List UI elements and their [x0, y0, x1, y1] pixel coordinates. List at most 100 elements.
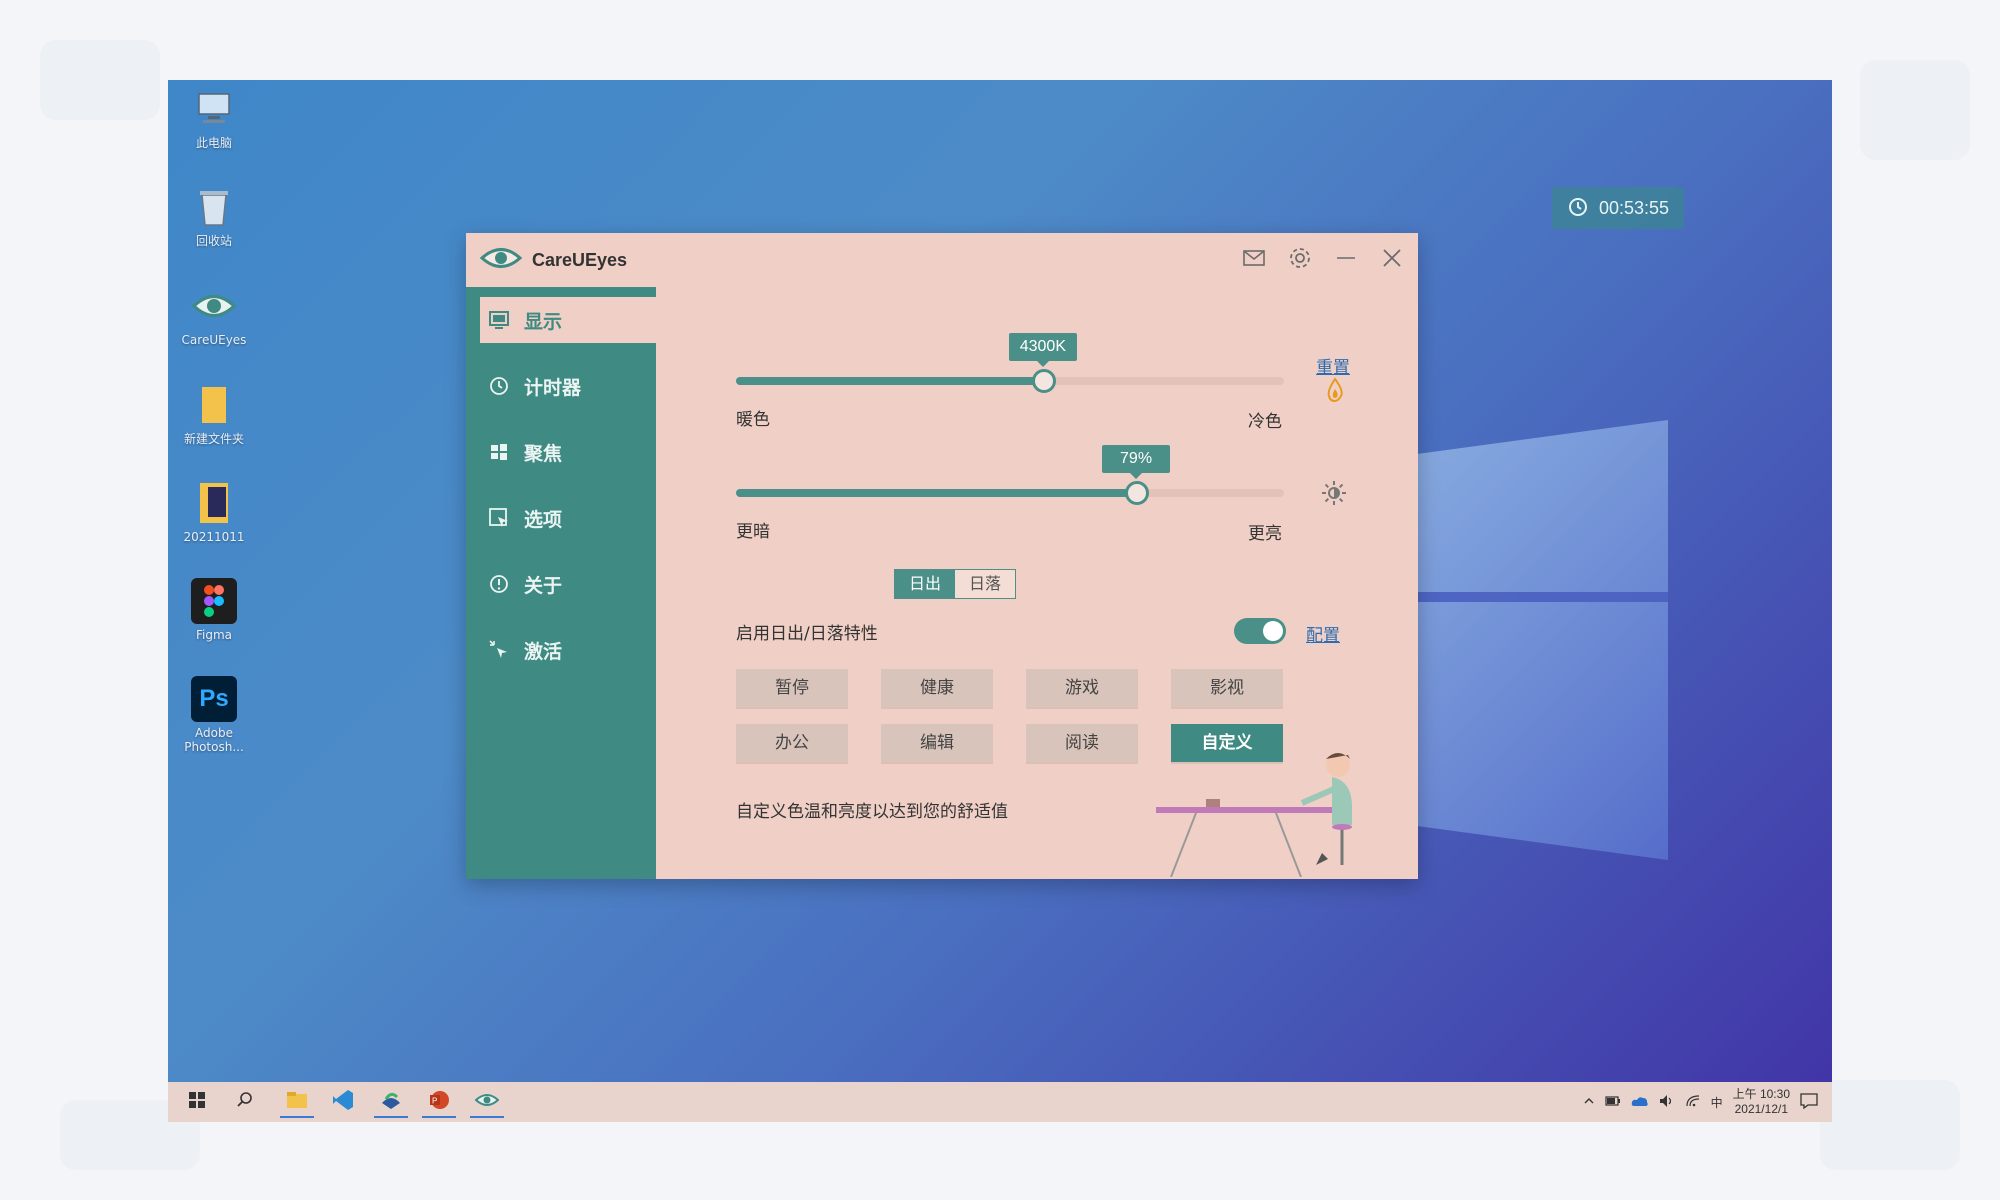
clock[interactable]: 上午 10:30 2021/12/1	[1733, 1087, 1790, 1117]
color-temperature-slider[interactable]: 4300K	[736, 333, 1284, 393]
search-icon	[236, 1091, 254, 1113]
timer-badge[interactable]: 00:53:55	[1552, 187, 1684, 229]
careueyes-logo-icon	[479, 245, 523, 275]
reset-link[interactable]: 重置	[1316, 353, 1350, 378]
brightness-slider[interactable]: 79%	[736, 445, 1284, 505]
brightness-value: 79%	[1102, 445, 1171, 479]
background-deco	[1820, 1080, 1960, 1170]
sidebar-item-focus[interactable]: 聚焦	[480, 429, 656, 475]
sidebar-item-display[interactable]: 显示	[480, 297, 656, 343]
mode-button-movie[interactable]: 影视	[1171, 669, 1283, 707]
start-icon	[188, 1091, 206, 1113]
sunrise-sunset-toggle: 日出 日落	[894, 569, 1016, 599]
search-button[interactable]	[228, 1088, 262, 1116]
sidebar-item-label: 聚焦	[524, 442, 563, 465]
window-titlebar[interactable]: CareUEyes	[466, 233, 1418, 287]
careueyes-icon	[191, 283, 237, 329]
taskbar-careueyes[interactable]	[470, 1088, 504, 1118]
folder-image-icon	[191, 480, 237, 526]
illustration-person-at-desk	[1156, 753, 1352, 877]
sidebar: 显示 计时器 聚焦 选项 关于 激活	[466, 287, 656, 879]
config-link[interactable]: 配置	[1306, 621, 1340, 646]
taskbar-powerpoint[interactable]: P	[422, 1088, 456, 1118]
desktop-icon-figma[interactable]: Figma	[174, 578, 254, 642]
brighter-label: 更亮	[1248, 524, 1282, 544]
sidebar-item-label: 显示	[524, 310, 563, 333]
sidebar-item-timer[interactable]: 计时器	[480, 363, 656, 409]
desktop-icon-label: CareUEyes	[181, 333, 247, 347]
sidebar-item-activate[interactable]: 激活	[480, 627, 656, 673]
gear-icon	[1288, 246, 1312, 275]
desktop-icon-label: 回收站	[195, 234, 232, 248]
color-temperature-icon	[1324, 377, 1346, 407]
desktop-icon-new-folder[interactable]: 新建文件夹	[174, 382, 254, 446]
sun-feature-switch[interactable]	[1234, 618, 1286, 644]
input-language[interactable]: 中	[1711, 1094, 1723, 1111]
close-button[interactable]	[1374, 243, 1410, 277]
display-panel: 4300K 重置 暖色 冷色 79% 更暗 更亮 日出 日落 启用日出/日落特性…	[656, 287, 1418, 879]
minimize-icon	[1335, 247, 1357, 274]
sidebar-item-options[interactable]: 选项	[480, 495, 656, 541]
onedrive-icon[interactable]	[1631, 1095, 1649, 1110]
desktop-icon-recycle-bin[interactable]: 回收站	[174, 184, 254, 248]
slider-thumb[interactable]	[1125, 481, 1150, 505]
cursor-icon	[486, 505, 512, 531]
background-deco	[40, 40, 160, 120]
app-icon	[380, 1089, 402, 1115]
desktop-icon-careueyes[interactable]: CareUEyes	[174, 283, 254, 347]
minimize-button[interactable]	[1328, 243, 1364, 277]
desktop-icon-label: Adobe Photosh...	[184, 726, 244, 754]
desktop-icon-label: 20211011	[183, 530, 245, 544]
battery-icon[interactable]	[1605, 1095, 1621, 1110]
desktop-icon-label: 新建文件夹	[183, 432, 244, 446]
clock-icon	[486, 373, 512, 399]
desktop-icon-20211011[interactable]: 20211011	[174, 480, 254, 544]
taskbar-file-explorer[interactable]	[280, 1088, 314, 1118]
mode-button-game[interactable]: 游戏	[1026, 669, 1138, 707]
feedback-button[interactable]	[1236, 243, 1272, 277]
system-tray: 中 上午 10:30 2021/12/1	[1583, 1082, 1818, 1122]
notification-icon[interactable]	[1800, 1092, 1818, 1112]
clock-time: 上午 10:30	[1732, 1087, 1790, 1101]
folder-icon	[191, 382, 237, 428]
warm-label: 暖色	[736, 410, 770, 430]
sun-feature-label: 启用日出/日落特性	[736, 624, 878, 644]
wifi-icon[interactable]	[1685, 1094, 1701, 1111]
recycle-bin-icon	[191, 184, 237, 230]
mode-button-pause[interactable]: 暂停	[736, 669, 848, 707]
monitor-icon	[486, 307, 512, 333]
darker-label: 更暗	[736, 522, 770, 542]
desktop-icon-this-pc[interactable]: 此电脑	[174, 86, 254, 150]
info-icon	[486, 571, 512, 597]
sidebar-item-label: 选项	[524, 508, 563, 531]
mode-button-office[interactable]: 办公	[736, 724, 848, 762]
mode-button-read[interactable]: 阅读	[1026, 724, 1138, 762]
slider-thumb[interactable]	[1031, 369, 1056, 393]
taskbar: P 中 上午 10:30 2021/12/1	[168, 1082, 1832, 1122]
desktop-icon-label: 此电脑	[195, 136, 232, 150]
desktop-icon-label: Figma	[195, 628, 233, 642]
clock-date: 2021/12/1	[1734, 1102, 1788, 1116]
settings-button[interactable]	[1282, 243, 1318, 277]
desktop-icon-photoshop[interactable]: Ps Adobe Photosh...	[174, 676, 254, 754]
windows-icon	[486, 439, 512, 465]
slider-fill	[736, 489, 1137, 497]
sunrise-option[interactable]: 日出	[895, 570, 955, 598]
close-icon	[1381, 247, 1403, 274]
sidebar-item-about[interactable]: 关于	[480, 561, 656, 607]
desktop: 此电脑 回收站 CareUEyes 新建文件夹 20211011 Figma P…	[168, 80, 1832, 1122]
mode-description: 自定义色温和亮度以达到您的舒适值	[736, 802, 1008, 822]
chevron-up-icon[interactable]	[1583, 1095, 1595, 1110]
sunset-option[interactable]: 日落	[955, 570, 1015, 598]
svg-text:P: P	[432, 1097, 437, 1106]
file-explorer-icon	[286, 1091, 308, 1113]
taskbar-app[interactable]	[374, 1088, 408, 1118]
computer-icon	[191, 86, 237, 132]
volume-icon[interactable]	[1659, 1094, 1675, 1111]
color-temperature-value: 4300K	[1008, 333, 1077, 367]
mode-button-health[interactable]: 健康	[881, 669, 993, 707]
windows-wallpaper-logo	[1408, 420, 1668, 860]
start-button[interactable]	[180, 1088, 214, 1116]
taskbar-vscode[interactable]	[326, 1088, 360, 1116]
mode-button-edit[interactable]: 编辑	[881, 724, 993, 762]
